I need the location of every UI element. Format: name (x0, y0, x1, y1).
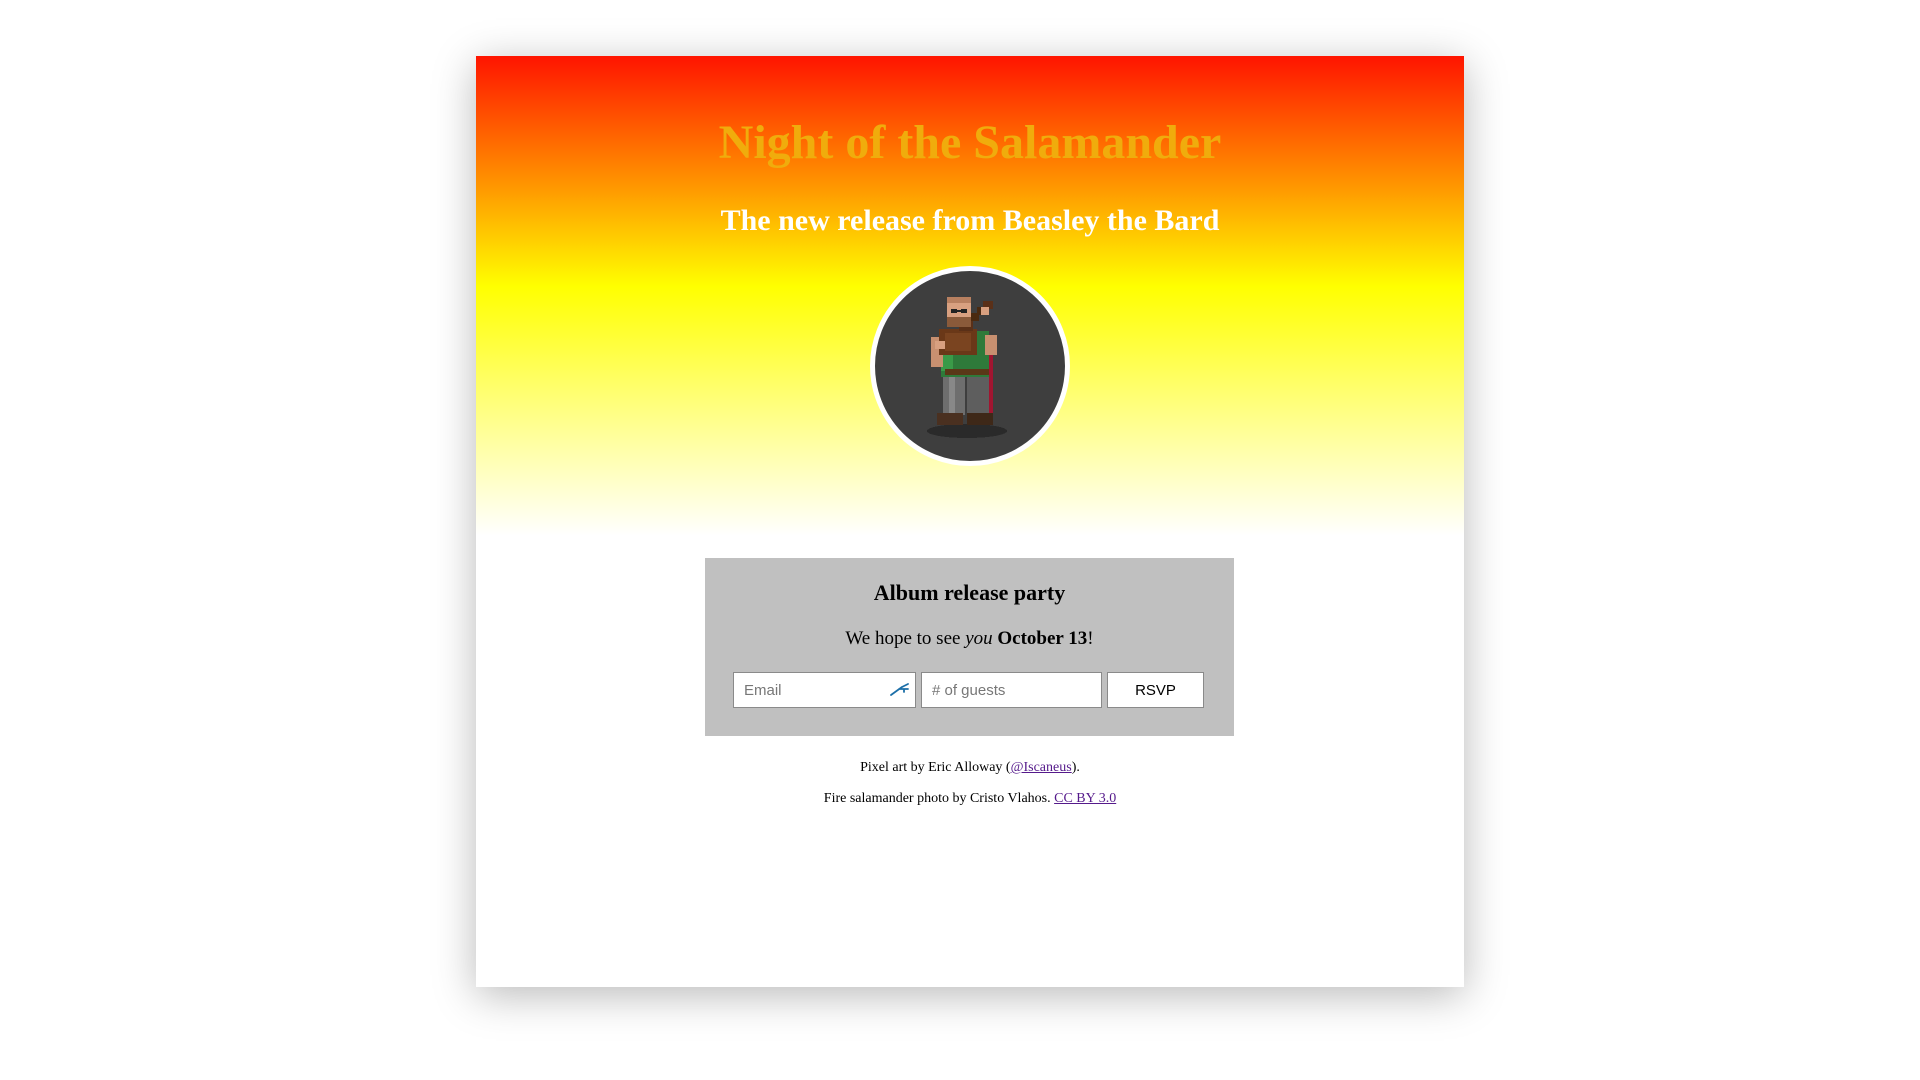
page-container: Night of the Salamander The new release … (476, 56, 1464, 987)
photo-credit: Fire salamander photo by Cristo Vlahos. … (476, 791, 1464, 807)
pixel-art-credit: Pixel art by Eric Alloway (@Iscaneus). (476, 760, 1464, 776)
rsvp-button[interactable]: RSVP (1107, 672, 1204, 708)
hero-banner: Night of the Salamander The new release … (476, 56, 1464, 536)
credit1-text-before: Pixel art by Eric Alloway ( (860, 760, 1011, 775)
page-subtitle: The new release from Beasley the Bard (720, 204, 1220, 237)
page-title: Night of the Salamander (718, 116, 1222, 169)
autofill-key-icon[interactable] (888, 681, 912, 699)
credit2-text-before: Fire salamander photo by Cristo Vlahos. (823, 791, 1055, 806)
guests-field[interactable] (921, 672, 1102, 708)
artist-link[interactable]: @Iscaneus (1011, 760, 1072, 775)
invite-text-after: ! (1087, 628, 1094, 649)
invite-date: October 13 (997, 628, 1088, 649)
rsvp-invite-text: We hope to see you October 13! (705, 628, 1234, 650)
credit1-text-after: ). (1071, 760, 1080, 775)
license-link[interactable]: CC BY 3.0 (1054, 791, 1116, 806)
bard-pixel-art-icon (927, 297, 1007, 438)
rsvp-card: Album release party We hope to see you O… (705, 558, 1234, 736)
invite-text-before: We hope to see (845, 628, 966, 649)
rsvp-heading: Album release party (873, 580, 1066, 605)
bard-avatar (870, 266, 1070, 466)
invite-text-emphasis: you (965, 628, 993, 649)
